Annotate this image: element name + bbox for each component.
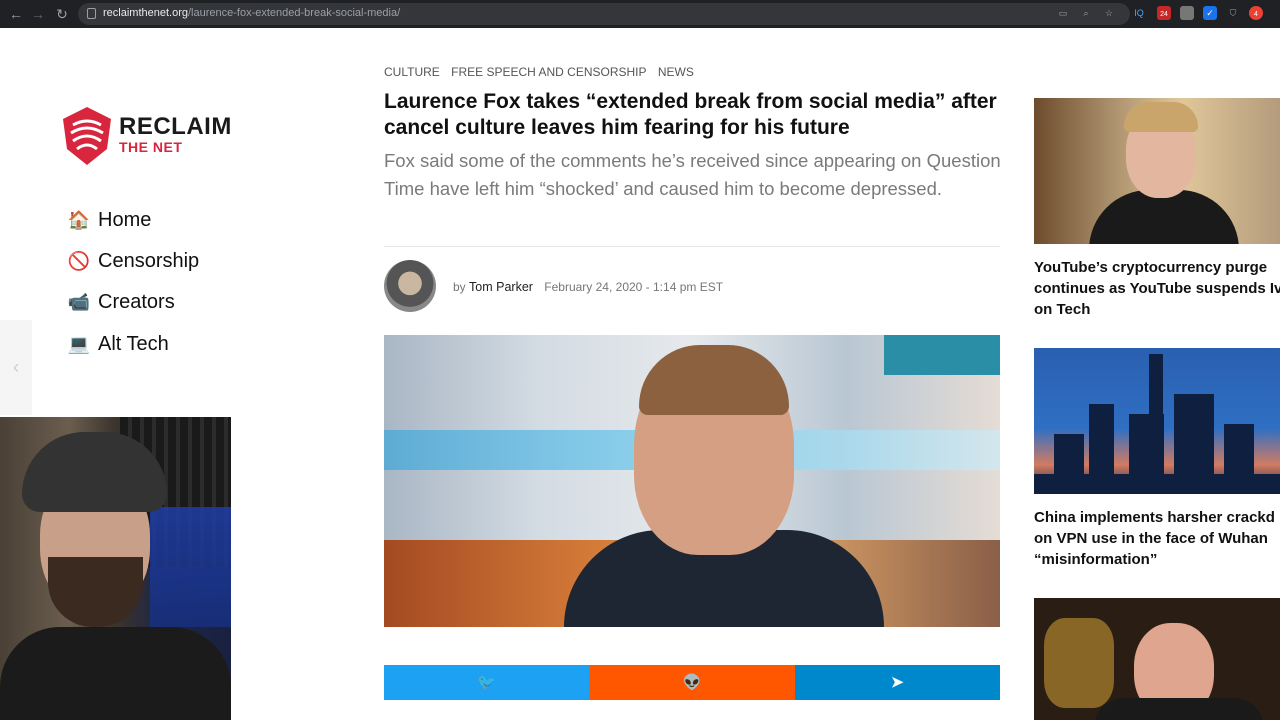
slide-left-handle[interactable]: ‹	[0, 320, 32, 415]
category-link[interactable]: Culture	[384, 65, 440, 79]
related-article-thumbnail[interactable]	[1034, 598, 1280, 720]
shield-icon[interactable]: ⛉	[1226, 6, 1240, 20]
related-article-title[interactable]: YouTube’s cryptocurrency purge continues…	[1034, 257, 1280, 320]
reload-icon[interactable]: ↻	[52, 4, 72, 24]
related-article-thumbnail[interactable]	[1034, 348, 1280, 494]
bookmark-star-icon[interactable]: ☆	[1102, 6, 1116, 20]
author-avatar[interactable]	[384, 260, 436, 312]
share-telegram-button[interactable]: ➤	[794, 665, 1000, 700]
nav-label: Creators	[98, 291, 175, 313]
extension-check-icon[interactable]: ✓	[1203, 6, 1217, 20]
twitter-icon: 🐦	[477, 674, 496, 691]
logo-subtitle: THE NET	[119, 139, 183, 155]
house-icon: 🏠	[67, 210, 91, 230]
laptop-icon: 💻	[67, 334, 91, 354]
nav-item-alt-tech[interactable]: 💻 Alt Tech	[66, 330, 169, 358]
related-article-thumbnail[interactable]	[1034, 98, 1280, 244]
article-headline: Laurence Fox takes “extended break from …	[384, 90, 997, 139]
nav-label: Alt Tech	[98, 333, 169, 355]
publish-date: February 24, 2020 - 1:14 pm EST	[544, 280, 724, 294]
category-link[interactable]: Free Speech and Censorship	[451, 65, 646, 79]
nav-label: Censorship	[98, 250, 200, 272]
webcam-overlay	[0, 417, 231, 720]
extension-iq-icon[interactable]: IQ	[1132, 6, 1146, 20]
logo-title: RECLAIM	[119, 113, 232, 140]
share-reddit-button[interactable]: 👽	[589, 665, 795, 700]
address-bar[interactable]: reclaimthenet.org/laurence-fox-extended-…	[78, 3, 1130, 25]
video-camera-icon: 📹	[67, 292, 91, 312]
article-categories: Culture Free Speech and Censorship News	[384, 65, 702, 79]
forward-arrow-icon[interactable]: →	[28, 4, 48, 24]
nav-item-creators[interactable]: 📹 Creators	[66, 288, 175, 316]
lock-icon	[87, 8, 96, 19]
article-subhead: Fox said some of the comments he’s recei…	[384, 150, 1001, 199]
cast-icon[interactable]: ▭	[1056, 6, 1070, 20]
related-article-title[interactable]: China implements harsher crackd on VPN u…	[1034, 507, 1280, 570]
logo-shield-icon	[63, 107, 111, 165]
extension-badge-icon[interactable]: 24	[1157, 6, 1171, 20]
back-arrow-icon[interactable]: ←	[6, 4, 26, 24]
extension-red-icon[interactable]: 4	[1249, 6, 1263, 20]
byline: by Tom Parker February 24, 2020 - 1:14 p…	[453, 280, 723, 294]
nav-item-censorship[interactable]: 🚫 Censorship	[66, 247, 199, 275]
zoom-icon[interactable]: ⌕	[1079, 6, 1093, 20]
nav-item-home[interactable]: 🏠 Home	[66, 206, 152, 234]
reddit-icon: 👽	[682, 674, 702, 691]
prohibited-icon: 🚫	[67, 251, 91, 271]
telegram-icon: ➤	[891, 674, 904, 691]
nav-label: Home	[98, 209, 152, 231]
site-logo[interactable]: RECLAIM THE NET	[59, 105, 239, 169]
share-twitter-button[interactable]: 🐦	[384, 665, 590, 700]
url-path: /laurence-fox-extended-break-social-medi…	[188, 7, 401, 19]
url-domain: reclaimthenet.org	[103, 7, 188, 19]
category-link[interactable]: News	[658, 65, 694, 79]
browser-toolbar: ← → ↻ reclaimthenet.org/laurence-fox-ext…	[0, 0, 1280, 28]
url-text: reclaimthenet.org/laurence-fox-extended-…	[103, 7, 400, 19]
divider	[384, 246, 1000, 247]
extension-grey-icon[interactable]	[1180, 6, 1194, 20]
share-bar: 🐦 👽 ➤	[384, 665, 1000, 700]
byline-prefix: by	[453, 280, 466, 294]
article-hero-image	[384, 335, 1000, 627]
author-link[interactable]: Tom Parker	[469, 280, 533, 294]
